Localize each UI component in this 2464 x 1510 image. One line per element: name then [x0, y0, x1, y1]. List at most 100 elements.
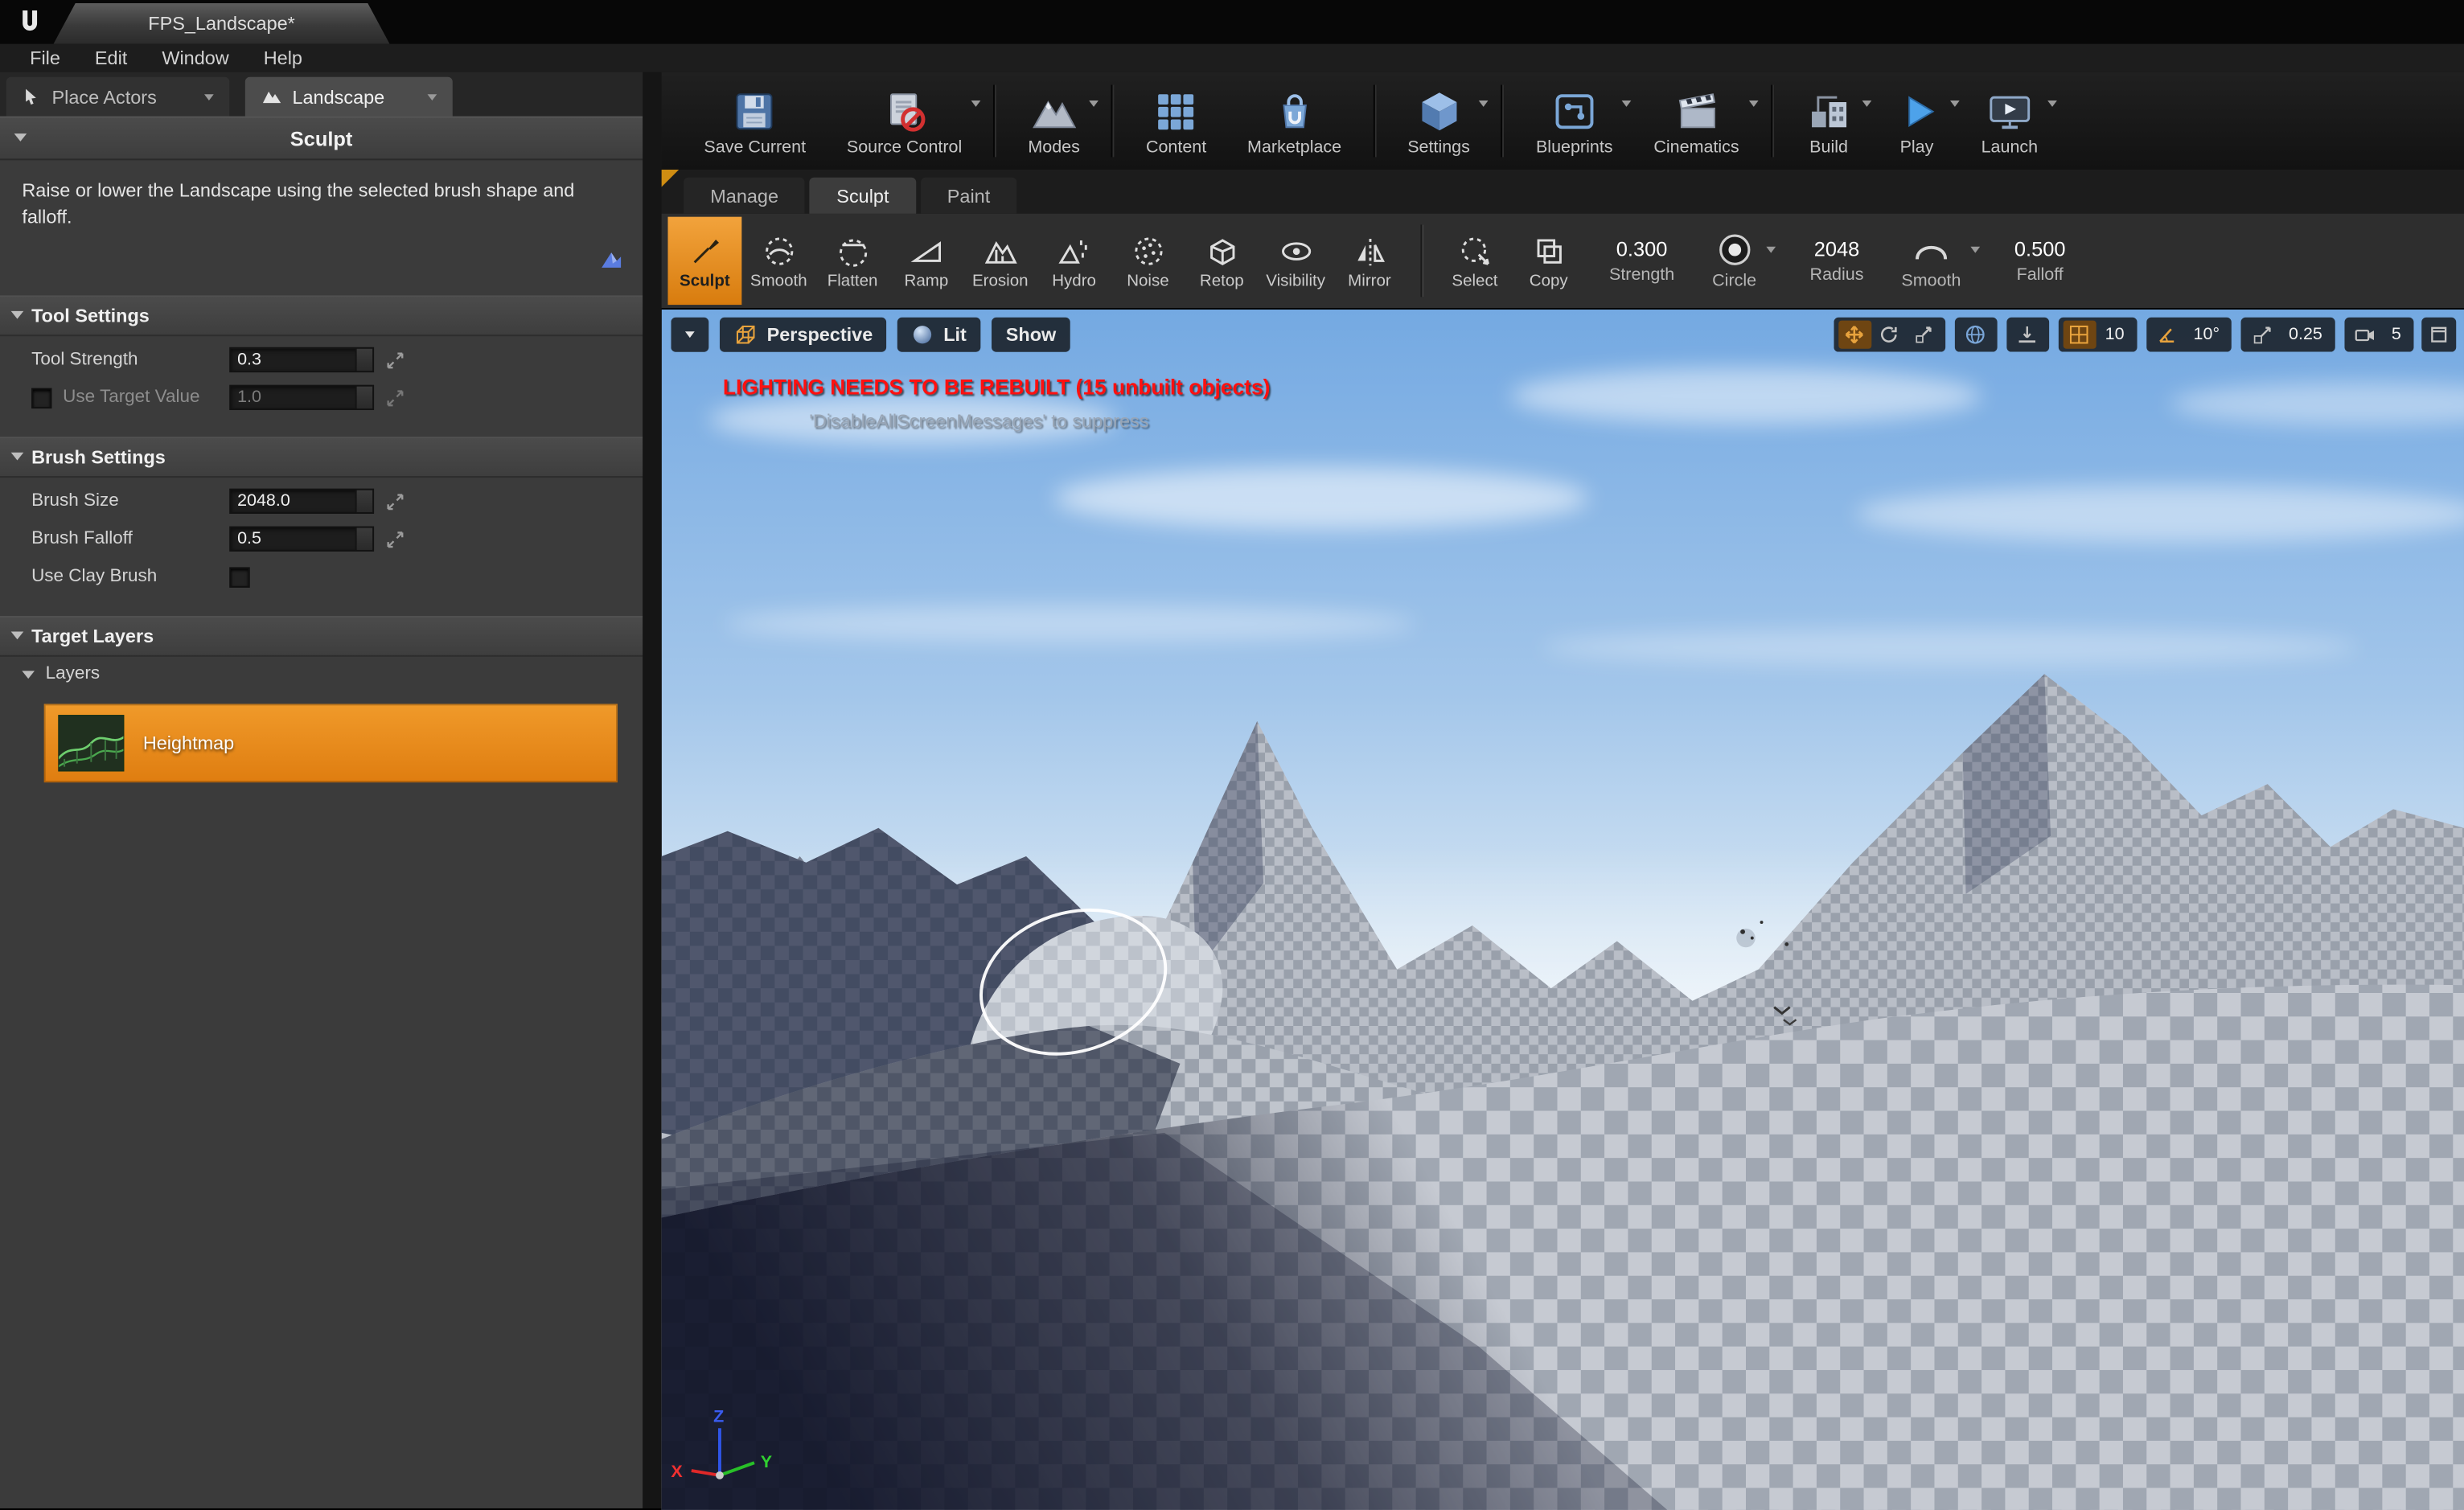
- rotation-snap-icon[interactable]: [2151, 321, 2184, 349]
- tool-erosion[interactable]: Erosion: [963, 217, 1037, 305]
- toolbar-play[interactable]: Play: [1873, 77, 1961, 165]
- brush-falloff-display[interactable]: 0.500 Falloff: [2014, 237, 2066, 285]
- grid-snap-group: 10: [2058, 318, 2137, 352]
- brush-size-input[interactable]: 2048.0: [229, 489, 374, 514]
- tab-paint[interactable]: Paint: [921, 178, 1017, 214]
- menu-window[interactable]: Window: [145, 44, 246, 72]
- falloff-label: Falloff: [2017, 265, 2064, 284]
- tool-hydro[interactable]: Hydro: [1037, 217, 1111, 305]
- scale-tool-icon[interactable]: [1907, 321, 1940, 349]
- falloff-smooth-button[interactable]: Smooth: [1901, 232, 1977, 289]
- expand-arrows-icon[interactable]: [387, 389, 404, 406]
- visibility-eye-icon: [1277, 232, 1315, 269]
- toolbar-blueprints[interactable]: Blueprints: [1516, 77, 1633, 165]
- tool-retop[interactable]: Retop: [1185, 217, 1259, 305]
- viewport-lit-button[interactable]: Lit: [898, 318, 981, 352]
- expand-arrows-icon[interactable]: [387, 493, 404, 510]
- tool-flatten[interactable]: Flatten: [815, 217, 889, 305]
- landscape-tools-row: Sculpt Smooth Flatten Ramp Erosion Hydro: [662, 214, 2464, 308]
- expand-arrows-icon[interactable]: [387, 531, 404, 548]
- tool-mirror[interactable]: Mirror: [1333, 217, 1407, 305]
- menu-edit[interactable]: Edit: [77, 44, 144, 72]
- maximize-viewport-button[interactable]: [2421, 318, 2456, 352]
- target-layers-header[interactable]: Target Layers: [0, 616, 643, 657]
- tool-visibility[interactable]: Visibility: [1259, 217, 1333, 305]
- landscape-mountain-icon: [261, 86, 282, 106]
- viewport-perspective-button[interactable]: Perspective: [720, 318, 887, 352]
- dropdown-caret-icon[interactable]: [1480, 101, 1489, 107]
- dropdown-caret-icon[interactable]: [1748, 101, 1758, 107]
- layers-group-label: Layers: [46, 665, 100, 683]
- brush-radius-display[interactable]: 2048 Radius: [1810, 237, 1864, 285]
- toolbar-cinematics[interactable]: Cinematics: [1633, 77, 1760, 165]
- dropdown-caret-icon[interactable]: [1950, 101, 1960, 107]
- dropdown-caret-icon[interactable]: [2047, 101, 2057, 107]
- rotation-snap-value[interactable]: 10°: [2186, 325, 2228, 343]
- rotate-tool-icon[interactable]: [1872, 321, 1905, 349]
- viewport-show-button[interactable]: Show: [992, 318, 1070, 352]
- scale-snap-value[interactable]: 0.25: [2281, 325, 2330, 343]
- toolbar-modes[interactable]: Modes: [1008, 77, 1100, 165]
- tool-noise[interactable]: Noise: [1111, 217, 1185, 305]
- toolbar-source-control[interactable]: Source Control: [826, 77, 982, 165]
- dropdown-caret-icon[interactable]: [1622, 101, 1632, 107]
- target-value-input[interactable]: 1.0: [229, 385, 374, 410]
- tool-settings-header[interactable]: Tool Settings: [0, 295, 643, 336]
- dropdown-caret-icon[interactable]: [1766, 246, 1776, 252]
- collapse-arrow-icon: [11, 632, 24, 640]
- blueprints-icon: [1550, 87, 1598, 134]
- tool-copy[interactable]: Copy: [1512, 217, 1586, 305]
- brush-strength-display[interactable]: 0.300 Strength: [1609, 237, 1674, 285]
- panel-splitter[interactable]: [643, 72, 661, 1508]
- brush-settings-header[interactable]: Brush Settings: [0, 437, 643, 478]
- viewport-canvas[interactable]: Z Y X: [662, 310, 2464, 1510]
- world-space-globe-icon[interactable]: [1959, 321, 1992, 349]
- level-tab[interactable]: FPS_Landscape*: [53, 3, 389, 44]
- viewport-snap-toolbar: 10 10° 0.25 5: [1834, 318, 2414, 352]
- camera-speed-value[interactable]: 5: [2384, 325, 2409, 343]
- tool-description: Raise or lower the Landscape using the s…: [0, 160, 643, 295]
- brush-falloff-input[interactable]: 0.5: [229, 527, 374, 552]
- surface-snap-icon[interactable]: [2010, 321, 2043, 349]
- toolbar-content[interactable]: Content: [1126, 77, 1227, 165]
- tool-ramp[interactable]: Ramp: [889, 217, 963, 305]
- collapse-arrow-icon: [22, 670, 35, 678]
- grid-snap-value[interactable]: 10: [2097, 325, 2132, 343]
- brush-falloff-shape-button[interactable]: Circle: [1712, 232, 1772, 289]
- toolbar-settings[interactable]: Settings: [1387, 77, 1490, 165]
- layers-group-row[interactable]: Layers: [0, 657, 643, 691]
- tab-sculpt[interactable]: Sculpt: [810, 178, 916, 214]
- tab-landscape[interactable]: Landscape: [245, 77, 453, 117]
- use-clay-brush-row: Use Clay Brush: [0, 558, 643, 596]
- tool-sculpt[interactable]: Sculpt: [667, 217, 741, 305]
- dropdown-caret-icon[interactable]: [1970, 246, 1980, 252]
- scale-snap-icon[interactable]: [2246, 321, 2279, 349]
- move-tool-icon[interactable]: [1838, 321, 1871, 349]
- use-clay-brush-checkbox[interactable]: [229, 566, 249, 586]
- toolbar-save-current[interactable]: Save Current: [684, 77, 826, 165]
- toolbar-marketplace[interactable]: Marketplace: [1227, 77, 1362, 165]
- tab-manage[interactable]: Manage: [684, 178, 805, 214]
- viewport[interactable]: Z Y X Perspective Lit Show: [662, 308, 2464, 1510]
- grid-snap-icon[interactable]: [2063, 321, 2096, 349]
- tab-place-actors[interactable]: Place Actors: [6, 77, 229, 117]
- expand-arrows-icon[interactable]: [387, 351, 404, 368]
- tool-smooth[interactable]: Smooth: [741, 217, 815, 305]
- menu-help[interactable]: Help: [246, 44, 319, 72]
- menu-file[interactable]: File: [13, 44, 78, 72]
- camera-speed-icon[interactable]: [2349, 321, 2382, 349]
- toolbar-build[interactable]: Build: [1784, 77, 1872, 165]
- dropdown-caret-icon[interactable]: [971, 101, 981, 107]
- toolbar-launch[interactable]: Launch: [1961, 77, 2058, 165]
- sculpt-section-header[interactable]: Sculpt: [0, 117, 643, 161]
- tool-select[interactable]: Select: [1438, 217, 1512, 305]
- dropdown-caret-icon[interactable]: [1090, 101, 1099, 107]
- dropdown-caret-icon[interactable]: [1862, 101, 1871, 107]
- viewport-options-button[interactable]: [671, 318, 708, 352]
- layer-item-heightmap[interactable]: Heightmap: [44, 704, 618, 782]
- unreal-logo-icon[interactable]: [0, 0, 60, 44]
- brush-falloff-label: Brush Falloff: [31, 530, 229, 548]
- tool-strength-input[interactable]: 0.3: [229, 347, 374, 372]
- floppy-disk-icon: [731, 87, 778, 134]
- use-target-value-checkbox[interactable]: [31, 388, 51, 408]
